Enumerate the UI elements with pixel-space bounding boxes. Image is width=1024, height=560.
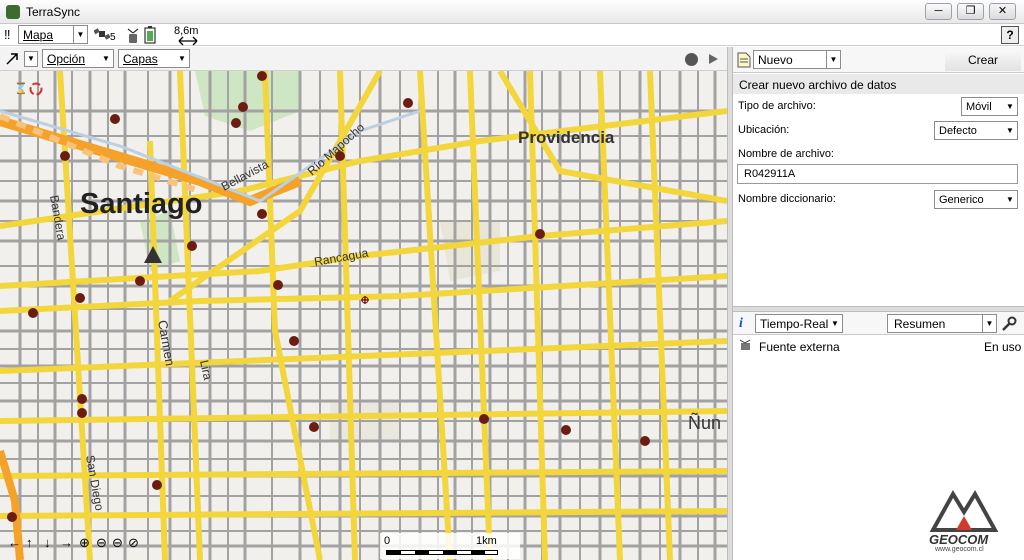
satellite-icon[interactable] [93, 26, 111, 42]
section-dropdown-label: Mapa [23, 27, 54, 42]
location-select[interactable]: Defecto ▼ [934, 121, 1018, 140]
play-button[interactable] [706, 52, 720, 66]
chevron-down-icon: ▼ [1006, 126, 1014, 135]
scale-start-label: 0 [384, 535, 391, 547]
document-icon [737, 52, 751, 68]
window-title: TerraSync [26, 5, 81, 19]
map-navigation-controls: ← ↑ ↓ → ⊕ ⊖ ⊖ ⊘ [8, 535, 148, 553]
data-panel: Nuevo ▼ Crear Crear nuevo archivo de dat… [733, 47, 1024, 560]
filename-label: Nombre de archivo: [738, 148, 834, 160]
restore-icon: ❐ [965, 5, 976, 17]
option-menu[interactable]: Opción ▼ [42, 49, 114, 68]
logo-url: www.geocom.cl [935, 546, 984, 553]
minimize-button[interactable]: ─ [925, 3, 952, 20]
maximize-button[interactable]: ❐ [957, 3, 984, 20]
file-type-label: Tipo de archivo: [738, 100, 816, 112]
external-source-label: Fuente externa [759, 340, 840, 354]
logo-text: GEOCOM [929, 532, 989, 547]
location-value: Defecto [939, 124, 977, 137]
distance-arrow-icon [178, 35, 198, 46]
summary-dropdown[interactable]: Resumen ▼ [887, 314, 997, 333]
hourglass-icon: ⌛ [14, 83, 28, 95]
record-button[interactable] [685, 53, 698, 66]
chevron-down-icon: ▼ [1006, 102, 1014, 111]
pan-left-icon[interactable]: ← [8, 535, 21, 550]
chevron-down-icon: ▼ [102, 54, 110, 63]
file-type-value: Móvil [966, 100, 992, 113]
scale-bar-graphic [386, 550, 498, 555]
realtime-panel-header: i Tiempo-Real ▼ Resumen ▼ [733, 312, 1024, 335]
wrench-icon[interactable] [1001, 316, 1017, 332]
gps-receiver-icon[interactable] [124, 26, 142, 44]
new-dropdown-label: Nuevo [758, 52, 793, 67]
layers-menu-label: Capas [123, 51, 158, 66]
close-button[interactable]: ✕ [989, 3, 1016, 20]
realtime-mode-label: Tiempo-Real [760, 316, 828, 331]
satellite-count: 5 [110, 32, 116, 43]
file-type-select[interactable]: Móvil ▼ [961, 97, 1018, 116]
section-dropdown[interactable]: Mapa ▼ [18, 25, 88, 44]
select-arrow-icon[interactable] [4, 51, 20, 67]
create-button[interactable]: Crear [945, 49, 1021, 71]
chevron-down-icon: ▼ [178, 54, 186, 63]
pan-up-icon[interactable]: ↑ [26, 535, 33, 550]
option-menu-label: Opción [47, 51, 86, 66]
geocom-logo: GEOCOM www.geocom.cl [923, 482, 1005, 554]
close-icon: ✕ [997, 5, 1008, 17]
pan-right-icon[interactable]: → [60, 535, 73, 550]
filename-input[interactable]: R042911A [737, 164, 1018, 184]
create-file-title: Crear nuevo archivo de datos [733, 74, 1024, 94]
external-source-icon [739, 339, 753, 351]
zoom-extent-icon[interactable]: ⊕ [79, 535, 90, 551]
external-source-status: En uso [984, 340, 1022, 354]
main-toolbar: ‼ Mapa ▼ 5 8,6m ? [0, 24, 1024, 46]
title-bar: TerraSync ─ ❐ ✕ [0, 0, 1024, 24]
label-santiago: Santiago [80, 188, 202, 220]
pan-down-icon[interactable]: ↓ [44, 535, 51, 550]
zoom-previous-icon[interactable]: ⊘ [128, 535, 139, 551]
dictionary-value: Generico [939, 193, 984, 206]
location-label: Ubicación: [738, 124, 790, 136]
label-providencia: Providencia [518, 128, 615, 147]
label-nun: Ñun [688, 412, 721, 433]
data-panel-header: Nuevo ▼ Crear [733, 47, 1024, 73]
map-toolbar: ▼ Opción ▼ Capas ▼ [0, 47, 727, 71]
refresh-icon[interactable] [28, 81, 44, 97]
dictionary-label: Nombre diccionario: [738, 193, 836, 205]
chevron-down-icon: ▼ [831, 319, 839, 328]
chevron-down-icon: ▼ [982, 315, 996, 332]
map-canvas[interactable]: Santiago Providencia Bellavista Río Mapo… [0, 71, 727, 560]
chevron-down-icon: ▼ [1006, 195, 1014, 204]
help-button[interactable]: ? [1001, 26, 1019, 44]
realtime-mode-dropdown[interactable]: Tiempo-Real ▼ [755, 314, 843, 333]
minimize-icon: ─ [934, 5, 943, 17]
new-dropdown[interactable]: Nuevo ▼ [753, 50, 841, 69]
scale-bar: 0 1km [380, 533, 520, 559]
chevron-down-icon: ▼ [73, 26, 87, 43]
zoom-out-icon[interactable]: ⊖ [112, 535, 123, 551]
info-icon: i [739, 316, 743, 331]
battery-icon[interactable] [144, 26, 156, 44]
dictionary-select[interactable]: Generico ▼ [934, 190, 1018, 209]
pin-icon[interactable]: ‼ [4, 27, 16, 43]
scale-end-label: 1km [476, 535, 497, 547]
map-view[interactable]: Santiago Providencia Bellavista Río Mapo… [0, 71, 727, 560]
summary-label: Resumen [894, 316, 946, 331]
terrasync-app-icon [6, 5, 20, 19]
tool-dropdown-arrow[interactable]: ▼ [24, 51, 38, 67]
chevron-down-icon: ▼ [826, 51, 840, 68]
layers-menu[interactable]: Capas ▼ [118, 49, 190, 68]
zoom-in-icon[interactable]: ⊖ [96, 535, 107, 551]
